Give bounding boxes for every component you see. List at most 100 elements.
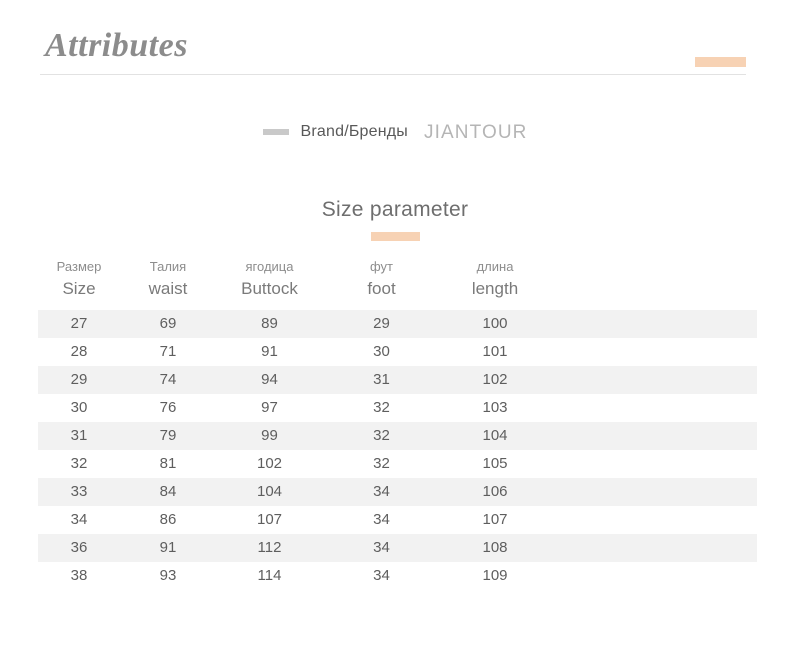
brand-value: JIANTOUR — [424, 121, 528, 143]
table-cell: 97 — [216, 393, 323, 422]
table-cell: 91 — [120, 533, 216, 562]
column-header-ru: Размер — [56, 259, 102, 274]
table-row: 36 91 112 34 108 — [38, 533, 757, 562]
table-cell: 29 — [323, 309, 440, 338]
table-cell-spacer — [550, 393, 757, 422]
table-cell: 34 — [323, 477, 440, 506]
table-cell: 81 — [120, 449, 216, 478]
size-parameter-table: Размер Size Талия waist ягодица Buttock … — [38, 258, 757, 590]
section-title: Size parameter — [321, 198, 469, 221]
table-cell: 38 — [38, 561, 120, 590]
dash-icon — [262, 129, 289, 135]
table-row: 38 93 114 34 109 — [38, 561, 757, 590]
table-cell: 31 — [38, 421, 120, 450]
table-cell: 32 — [323, 393, 440, 422]
table-cell: 34 — [323, 561, 440, 590]
table-cell: 34 — [38, 505, 120, 534]
page-title: Attributes — [45, 27, 188, 64]
table-cell: 105 — [440, 449, 550, 478]
table-cell: 36 — [38, 533, 120, 562]
table-cell: 30 — [323, 337, 440, 366]
column-header-en: foot — [367, 278, 396, 298]
column-header-waist: Талия waist — [120, 258, 216, 310]
table-row: 32 81 102 32 105 — [38, 449, 757, 478]
column-header-length: длина length — [440, 258, 550, 310]
table-cell: 93 — [120, 561, 216, 590]
brand-row: Brand/Бренды JIANTOUR — [0, 118, 790, 146]
table-cell: 109 — [440, 561, 550, 590]
table-cell: 30 — [38, 393, 120, 422]
table-cell: 32 — [38, 449, 120, 478]
table-cell: 28 — [38, 337, 120, 366]
table-cell: 102 — [216, 449, 323, 478]
table-header-row: Размер Size Талия waist ягодица Buttock … — [38, 258, 757, 310]
column-header-spacer — [550, 258, 757, 310]
table-cell: 104 — [440, 421, 550, 450]
column-header-ru: Талия — [149, 259, 187, 274]
table-row: 29 74 94 31 102 — [38, 365, 757, 394]
table-cell: 100 — [440, 309, 550, 338]
column-header-en: Size — [62, 278, 96, 298]
column-header-ru: длина — [476, 259, 514, 274]
table-cell: 114 — [216, 561, 323, 590]
table-cell: 71 — [120, 337, 216, 366]
table-cell: 104 — [216, 477, 323, 506]
table-cell: 69 — [120, 309, 216, 338]
column-header-foot: фут foot — [323, 258, 440, 310]
table-cell: 79 — [120, 421, 216, 450]
table-cell: 86 — [120, 505, 216, 534]
table-cell: 89 — [216, 309, 323, 338]
attributes-header: Attributes — [0, 0, 790, 78]
table-cell: 99 — [216, 421, 323, 450]
brand-label: Brand/Бренды — [300, 123, 409, 140]
table-cell: 32 — [323, 421, 440, 450]
table-cell-spacer — [550, 337, 757, 366]
table-cell-spacer — [550, 365, 757, 394]
column-header-ru: фут — [369, 259, 393, 274]
table-cell: 84 — [120, 477, 216, 506]
table-cell: 91 — [216, 337, 323, 366]
table-row: 28 71 91 30 101 — [38, 337, 757, 366]
table-cell: 106 — [440, 477, 550, 506]
table-cell-spacer — [550, 449, 757, 478]
size-parameter-section: Size parameter — [0, 196, 790, 242]
table-cell-spacer — [550, 309, 757, 338]
column-header-buttock: ягодица Buttock — [216, 258, 323, 310]
table-row: 33 84 104 34 106 — [38, 477, 757, 506]
column-header-en: waist — [148, 278, 188, 298]
table-cell: 101 — [440, 337, 550, 366]
table-cell-spacer — [550, 533, 757, 562]
table-body: 27 69 89 29 100 28 71 91 30 101 29 74 94 31 102 30 76 97 3… — [38, 309, 757, 590]
table-cell: 33 — [38, 477, 120, 506]
table-cell-spacer — [550, 421, 757, 450]
table-row: 27 69 89 29 100 — [38, 309, 757, 338]
column-header-size: Размер Size — [38, 258, 120, 310]
table-cell: 107 — [216, 505, 323, 534]
table-cell: 27 — [38, 309, 120, 338]
table-cell: 31 — [323, 365, 440, 394]
table-cell: 112 — [216, 533, 323, 562]
table-cell: 74 — [120, 365, 216, 394]
table-cell: 103 — [440, 393, 550, 422]
header-accent-bar — [695, 57, 746, 67]
table-row: 30 76 97 32 103 — [38, 393, 757, 422]
header-divider — [40, 74, 746, 75]
table-cell: 29 — [38, 365, 120, 394]
column-header-ru: ягодица — [245, 259, 294, 274]
table-cell: 94 — [216, 365, 323, 394]
table-row: 31 79 99 32 104 — [38, 421, 757, 450]
table-cell: 32 — [323, 449, 440, 478]
table-cell: 34 — [323, 505, 440, 534]
table-row: 34 86 107 34 107 — [38, 505, 757, 534]
table-cell-spacer — [550, 477, 757, 506]
table-cell: 107 — [440, 505, 550, 534]
column-header-en: Buttock — [241, 278, 298, 298]
table-cell: 76 — [120, 393, 216, 422]
table-cell: 102 — [440, 365, 550, 394]
table-cell: 34 — [323, 533, 440, 562]
table-cell-spacer — [550, 505, 757, 534]
table-header: Размер Size Талия waist ягодица Buttock … — [38, 258, 757, 310]
table-cell: 108 — [440, 533, 550, 562]
table-cell-spacer — [550, 561, 757, 590]
column-header-en: length — [471, 278, 519, 298]
